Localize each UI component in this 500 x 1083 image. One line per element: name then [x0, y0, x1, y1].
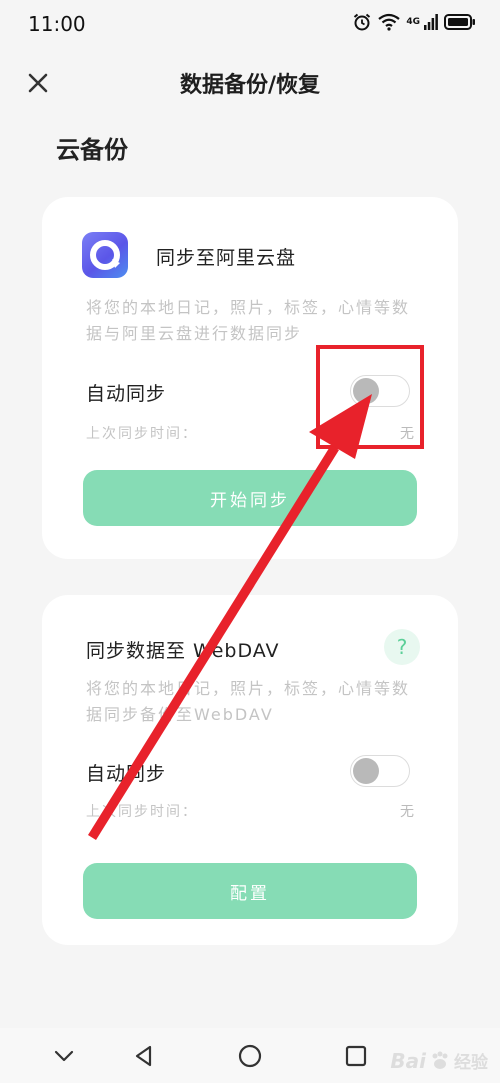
network-type-label: 4G — [406, 17, 420, 27]
back-icon[interactable] — [130, 1042, 158, 1070]
webdav-sync-card: 同步数据至 WebDAV ? 将您的本地日记，照片，标签，心情等数据同步备份至W… — [42, 595, 458, 945]
webdav-last-sync-label: 上次同步时间： — [86, 804, 198, 820]
aliyun-last-sync-label: 上次同步时间： — [86, 426, 198, 442]
paw-icon — [432, 1051, 448, 1069]
webdav-last-sync-value: 无 — [400, 804, 414, 820]
signal-icon — [424, 14, 438, 30]
configure-button[interactable]: 配置 — [83, 863, 417, 919]
watermark-suffix: 经验 — [454, 1053, 488, 1073]
watermark-brand: Bai — [390, 1048, 426, 1073]
chevron-down-icon[interactable] — [50, 1042, 78, 1070]
start-sync-button[interactable]: 开始同步 — [83, 470, 417, 526]
annotation-highlight-box — [316, 345, 424, 449]
home-icon[interactable] — [236, 1042, 264, 1070]
question-mark-icon: ? — [396, 635, 408, 659]
battery-icon — [444, 14, 476, 30]
status-time: 11:00 — [28, 12, 86, 36]
webdav-card-title: 同步数据至 WebDAV — [86, 640, 280, 662]
status-icons: 4G — [352, 12, 476, 32]
aliyun-card-title: 同步至阿里云盘 — [156, 247, 297, 269]
aliyun-card-description: 将您的本地日记，照片，标签，心情等数据与阿里云盘进行数据同步 — [86, 298, 411, 343]
alarm-icon — [352, 12, 372, 32]
wifi-icon — [378, 13, 401, 31]
page-title: 数据备份/恢复 — [179, 73, 321, 98]
header: 数据备份/恢复 — [0, 55, 500, 111]
webdav-auto-sync-toggle[interactable] — [350, 755, 410, 787]
baidu-watermark: Bai 经验 — [390, 1048, 488, 1074]
toggle-knob — [353, 758, 379, 784]
aliyun-drive-icon — [82, 232, 128, 278]
status-bar: 11:00 4G — [0, 0, 500, 48]
webdav-card-description: 将您的本地日记，照片，标签，心情等数据同步备份至WebDAV — [86, 679, 411, 724]
aliyun-auto-sync-label: 自动同步 — [86, 383, 167, 405]
section-title: 云备份 — [56, 136, 128, 164]
help-button[interactable]: ? — [384, 629, 420, 665]
recents-icon[interactable] — [342, 1042, 370, 1070]
webdav-auto-sync-label: 自动同步 — [86, 763, 167, 785]
